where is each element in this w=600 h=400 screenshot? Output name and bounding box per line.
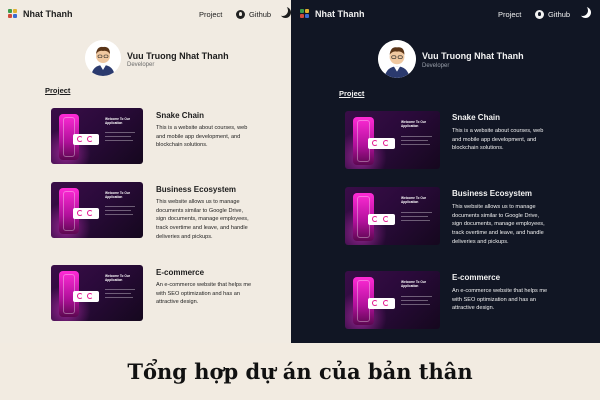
github-label: Github	[249, 10, 272, 19]
brand[interactable]: Nhat Thanh	[8, 9, 73, 19]
project-description: This is a website about courses, web and…	[156, 125, 248, 149]
project-thumbnail[interactable]: Welcome To Our Application	[51, 265, 143, 321]
nav-github-link[interactable]: Github	[236, 10, 271, 19]
project-description: An e-commerce website that helps me with…	[452, 288, 548, 312]
project-description: An e-commerce website that helps me with…	[156, 282, 252, 306]
brand-name: Nhat Thanh	[315, 9, 365, 19]
logo-blocks-icon	[8, 9, 18, 19]
profile-role: Developer	[422, 63, 450, 69]
profile-role: Developer	[127, 62, 155, 68]
moon-icon[interactable]	[580, 7, 591, 18]
logo-blocks-icon	[300, 9, 310, 19]
section-title: Project	[45, 86, 71, 95]
github-icon	[535, 10, 544, 19]
project-description: This website allows us to manage documen…	[452, 204, 545, 245]
github-icon	[236, 10, 245, 19]
avatar	[85, 40, 121, 76]
project-thumbnail[interactable]: Welcome To Our Application	[51, 182, 143, 238]
nav-project-link[interactable]: Project	[199, 10, 222, 19]
avatar	[378, 40, 416, 78]
project-title[interactable]: E-commerce	[156, 268, 204, 277]
section-title: Project	[339, 89, 365, 98]
project-thumbnail[interactable]: Welcome To Our Application	[345, 111, 440, 169]
project-title[interactable]: Business Ecosystem	[156, 185, 236, 194]
project-thumbnail[interactable]: Welcome To Our Application	[345, 271, 440, 329]
avatar-illustration	[378, 40, 416, 78]
nav-project-link[interactable]: Project	[498, 10, 521, 19]
caption: Tổng hợp dự án của bản thân	[127, 359, 473, 384]
moon-icon[interactable]	[280, 7, 291, 18]
nav-github-link[interactable]: Github	[535, 10, 570, 19]
project-title[interactable]: Business Ecosystem	[452, 189, 532, 198]
brand[interactable]: Nhat Thanh	[300, 9, 365, 19]
dark-theme-preview: Nhat Thanh Project Github Vuu Truong Nha…	[291, 0, 600, 343]
project-title[interactable]: E-commerce	[452, 273, 500, 282]
profile-name: Vuu Truong Nhat Thanh	[422, 51, 524, 61]
project-description: This is a website about courses, web and…	[452, 128, 544, 152]
project-description: This website allows us to manage documen…	[156, 199, 249, 240]
avatar-illustration	[85, 40, 121, 76]
github-label: Github	[548, 10, 571, 19]
project-thumbnail[interactable]: Welcome To Our Application	[51, 108, 143, 164]
navbar: Nhat Thanh Project Github	[0, 0, 291, 28]
project-title[interactable]: Snake Chain	[452, 113, 500, 122]
navbar: Nhat Thanh Project Github	[291, 0, 600, 28]
light-theme-preview: Nhat Thanh Project Github Vuu Truong Nha…	[0, 0, 291, 343]
profile-name: Vuu Truong Nhat Thanh	[127, 51, 229, 61]
project-title[interactable]: Snake Chain	[156, 111, 204, 120]
brand-name: Nhat Thanh	[23, 9, 73, 19]
project-thumbnail[interactable]: Welcome To Our Application	[345, 187, 440, 245]
